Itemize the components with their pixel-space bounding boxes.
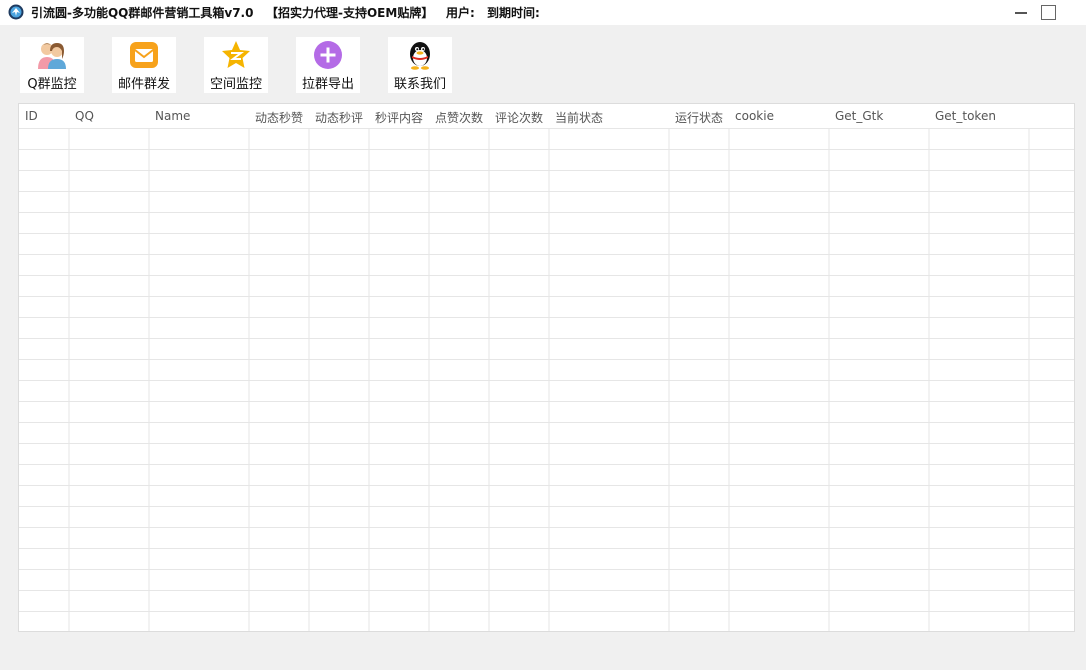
toolbar-button-qzone-monitor[interactable]: 空间监控	[204, 37, 268, 93]
window-title: 引流圆-多功能QQ群邮件营销工具箱v7.0	[31, 6, 254, 20]
title-bar: 引流圆-多功能QQ群邮件营销工具箱v7.0 【招实力代理-支持OEM贴牌】 用户…	[0, 0, 1086, 25]
minimize-button[interactable]	[1008, 2, 1034, 23]
column-header-comment-count[interactable]: 评论次数	[495, 109, 543, 126]
column-header-like-count[interactable]: 点赞次数	[435, 109, 483, 126]
toolbar-label: Q群监控	[27, 77, 77, 92]
column-header-name[interactable]: Name	[155, 109, 190, 123]
expire-label: 到期时间:	[487, 6, 540, 20]
column-header-auto-comment[interactable]: 动态秒评	[315, 109, 363, 126]
app-logo-icon	[8, 4, 24, 20]
toolbar-label: 邮件群发	[117, 77, 170, 92]
users-icon	[38, 43, 66, 69]
toolbar-button-mail-broadcast[interactable]: 邮件群发	[112, 37, 176, 93]
grid-header: ID QQ Name 动态秒赞 动态秒评 秒评内容 点赞次数 评论次数 当前状态…	[19, 104, 1074, 128]
toolbar-button-qgroup-monitor[interactable]: Q群监控	[20, 37, 84, 93]
toolbar-button-contact-us[interactable]: 联系我们	[388, 37, 452, 93]
column-header-id[interactable]: ID	[25, 109, 38, 123]
column-header-current-status[interactable]: 当前状态	[555, 109, 603, 126]
user-label: 用户:	[446, 6, 475, 20]
toolbar-button-group-export[interactable]: 拉群导出	[296, 37, 360, 93]
column-header-comment-content[interactable]: 秒评内容	[375, 109, 423, 126]
column-header-auto-like[interactable]: 动态秒赞	[255, 109, 303, 126]
column-header-qq[interactable]: QQ	[75, 109, 94, 123]
maximize-button[interactable]	[1035, 2, 1061, 23]
column-header-get-gtk[interactable]: Get_Gtk	[835, 109, 883, 123]
column-header-run-status[interactable]: 运行状态	[675, 109, 723, 126]
qq-penguin-icon	[410, 42, 430, 70]
toolbar-label: 联系我们	[393, 77, 446, 92]
status-bar	[0, 633, 1086, 670]
column-header-cookie[interactable]: cookie	[735, 109, 774, 123]
data-grid[interactable]: ID QQ Name 动态秒赞 动态秒评 秒评内容 点赞次数 评论次数 当前状态…	[18, 103, 1075, 632]
toolbar-label: 空间监控	[209, 77, 262, 92]
grid-lines	[19, 128, 1074, 631]
plus-circle-icon	[314, 41, 342, 69]
column-header-get-token[interactable]: Get_token	[935, 109, 996, 123]
mail-icon	[130, 42, 158, 68]
oem-banner: 【招实力代理-支持OEM贴牌】	[266, 6, 434, 20]
toolbar-label: 拉群导出	[301, 77, 354, 92]
qzone-star-icon	[222, 41, 250, 68]
app-window: 引流圆-多功能QQ群邮件营销工具箱v7.0 【招实力代理-支持OEM贴牌】 用户…	[0, 0, 1086, 670]
